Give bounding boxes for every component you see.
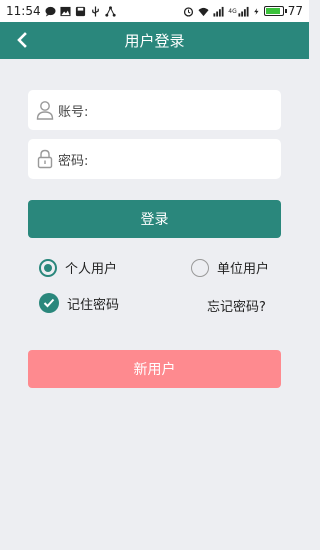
password-label: 密码: <box>58 153 89 169</box>
status-bar-left: 11:54 <box>6 4 116 18</box>
personal-user-option[interactable]: 个人用户 <box>39 258 117 277</box>
header: 用户登录 <box>0 22 309 59</box>
page-title: 用户登录 <box>124 32 185 50</box>
unit-user-option[interactable]: 单位用户 <box>191 258 269 277</box>
status-bar: 11:54 4G 77 <box>0 0 309 22</box>
usb-icon <box>91 5 99 17</box>
login-button[interactable]: 登录 <box>28 200 281 238</box>
user-icon <box>36 101 54 120</box>
account-input[interactable] <box>88 89 281 131</box>
battery-icon <box>263 6 287 16</box>
status-time: 11:54 <box>6 4 41 18</box>
chat-icon <box>45 6 56 17</box>
battery-percent: 77 <box>287 4 303 18</box>
image-icon <box>60 6 71 16</box>
password-field[interactable]: 密码: <box>28 138 281 180</box>
checkmark-icon <box>43 298 55 308</box>
remember-password-checkbox[interactable] <box>39 293 59 313</box>
forgot-password-link[interactable]: 忘记密码? <box>207 296 266 315</box>
network-label: 4G <box>228 7 237 15</box>
save-icon <box>75 6 85 16</box>
wifi-icon <box>198 7 209 16</box>
personal-user-label: 个人用户 <box>65 262 118 277</box>
account-label: 账号: <box>58 104 89 120</box>
lock-icon <box>37 149 53 169</box>
unit-user-radio[interactable] <box>191 258 209 277</box>
charging-icon <box>253 7 259 15</box>
remember-password-option[interactable]: 记住密码 <box>39 293 119 313</box>
personal-user-radio[interactable] <box>39 258 57 277</box>
share-icon <box>104 5 116 17</box>
password-input[interactable] <box>88 138 281 180</box>
alarm-icon <box>184 6 194 17</box>
status-bar-right: 4G 77 <box>183 4 303 18</box>
account-field[interactable]: 账号: <box>28 89 281 131</box>
signal-4g-icon <box>238 6 249 17</box>
signal-icon <box>213 6 224 17</box>
chevron-left-icon <box>17 32 27 48</box>
battery-fill <box>265 8 280 14</box>
remember-password-label: 记住密码 <box>67 297 120 313</box>
network-type: 4G <box>228 6 249 17</box>
unit-user-label: 单位用户 <box>217 262 270 277</box>
new-user-button[interactable]: 新用户 <box>28 350 281 388</box>
back-button[interactable] <box>10 28 34 52</box>
